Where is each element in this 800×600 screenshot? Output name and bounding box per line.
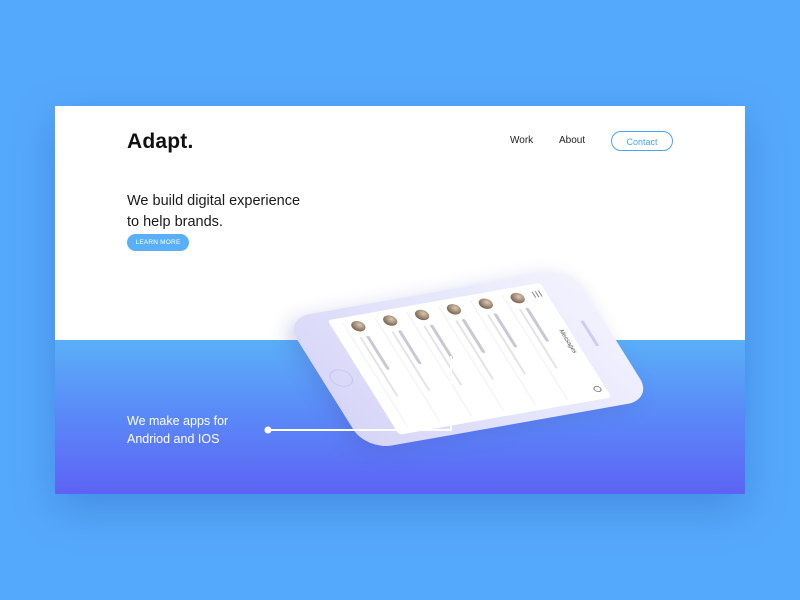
phone-home-button — [325, 367, 358, 389]
avatar — [444, 303, 464, 316]
nav-work-link[interactable]: Work — [510, 135, 533, 146]
apps-subheading: We make apps for Andriod and IOS — [127, 412, 307, 448]
hero-headline-line2: to help brands. — [127, 214, 223, 230]
hero-headline-line1: We build digital experience — [127, 193, 301, 209]
avatar — [412, 308, 432, 322]
learn-more-button[interactable]: LEARN MORE — [127, 234, 189, 251]
avatar — [348, 319, 368, 333]
avatar — [508, 291, 528, 305]
apps-subheading-line1: We make apps for — [127, 414, 229, 428]
menu-icon — [531, 290, 543, 298]
contact-button[interactable]: Contact — [611, 131, 673, 151]
phone-screen: Messages — [327, 282, 612, 435]
landing-card: Adapt. Work About Contact We build digit… — [55, 106, 745, 494]
phone-speaker — [580, 320, 600, 347]
apps-subheading-line2: Andriod and IOS — [127, 432, 220, 446]
hero-headline: We build digital experience to help bran… — [127, 191, 347, 233]
avatar — [476, 297, 496, 310]
avatar — [380, 314, 400, 327]
nav-about-link[interactable]: About — [559, 135, 585, 146]
logo[interactable]: Adapt. — [127, 130, 194, 154]
